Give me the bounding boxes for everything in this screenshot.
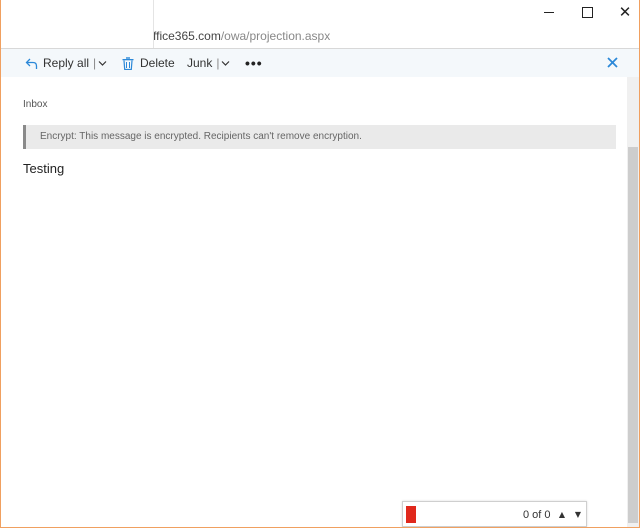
- find-match-count: 0 of 0: [523, 509, 551, 521]
- reply-all-separator: |: [93, 56, 97, 70]
- trash-icon: [122, 56, 134, 70]
- close-reading-pane-button[interactable]: [607, 54, 618, 70]
- chevron-up-icon: ▲: [558, 509, 566, 519]
- maximize-button[interactable]: [567, 0, 607, 24]
- junk-separator: |: [216, 56, 220, 70]
- occluding-panel-edge: [153, 0, 154, 48]
- minimize-button[interactable]: [529, 0, 569, 24]
- browser-window: ✕ ffice365.com/owa/projection.aspx Reply…: [0, 0, 640, 528]
- reply-all-button[interactable]: Reply all |: [25, 55, 107, 71]
- minimize-icon: [544, 11, 554, 13]
- encryption-banner: Encrypt: This message is encrypted. Reci…: [23, 125, 616, 149]
- maximize-icon: [581, 6, 593, 18]
- more-actions-button[interactable]: •••: [245, 55, 263, 71]
- find-next-button[interactable]: ▼: [571, 506, 585, 522]
- reading-pane: Inbox Encrypt: This message is encrypted…: [1, 77, 627, 527]
- more-icon: •••: [245, 55, 263, 71]
- close-icon: [607, 56, 618, 68]
- delete-button[interactable]: Delete: [122, 55, 175, 71]
- encryption-notice: Encrypt: This message is encrypted. Reci…: [40, 131, 362, 142]
- close-icon: ✕: [618, 2, 632, 21]
- message-body: Testing: [23, 161, 65, 176]
- occluding-panel: [1, 0, 153, 48]
- find-input[interactable]: [406, 506, 416, 523]
- chevron-down-icon: ▼: [574, 509, 582, 519]
- url-path: /owa/projection.aspx: [220, 29, 331, 43]
- junk-button[interactable]: Junk |: [187, 55, 230, 71]
- address-url[interactable]: ffice365.com/owa/projection.aspx: [153, 29, 330, 43]
- find-bar: 0 of 0 ▲ ▼: [402, 501, 587, 527]
- url-host: ffice365.com: [153, 29, 221, 43]
- junk-label: Junk: [187, 56, 213, 70]
- command-bar: Reply all | Delete Junk | •••: [1, 49, 639, 77]
- folder-label: Inbox: [23, 99, 48, 110]
- delete-label: Delete: [140, 56, 175, 70]
- close-window-button[interactable]: ✕: [605, 0, 639, 24]
- reply-all-label: Reply all: [43, 56, 90, 70]
- reply-all-icon: [25, 57, 38, 70]
- find-previous-button[interactable]: ▲: [555, 506, 569, 522]
- vertical-scrollbar[interactable]: [627, 77, 639, 527]
- chevron-down-icon[interactable]: [98, 59, 107, 68]
- scrollbar-thumb[interactable]: [628, 147, 638, 523]
- chevron-down-icon[interactable]: [221, 59, 230, 68]
